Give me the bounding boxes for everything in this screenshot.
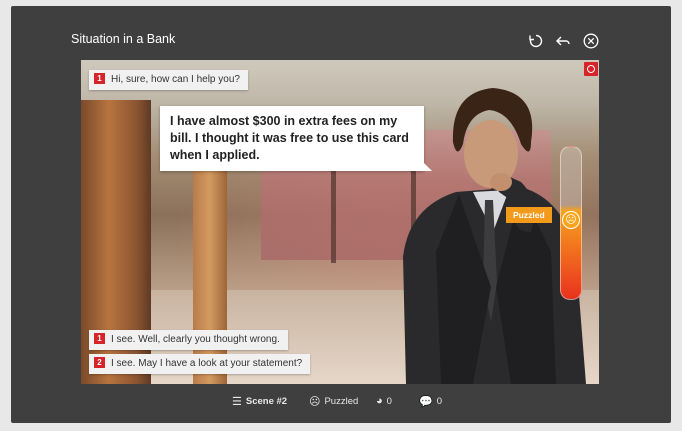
back-arrow-icon[interactable] — [555, 33, 571, 49]
page-title: Situation in a Bank — [71, 32, 176, 46]
scene-label: Scene #2 — [245, 396, 288, 407]
scene-indicator[interactable]: ☰ Scene #2 — [232, 395, 287, 408]
response-option-1[interactable]: 1 I see. Well, clearly you thought wrong. — [89, 330, 288, 350]
puzzled-face-icon: ☹ — [309, 396, 321, 408]
option-text: I see. May I have a look at your stateme… — [111, 358, 303, 369]
mood-indicator: ☹ Puzzled — [309, 395, 358, 408]
scene-view: 1 Hi, sure, how can I help you? I have al… — [81, 60, 599, 384]
prompt-text: Hi, sure, how can I help you? — [111, 74, 240, 85]
menu-icon: ☰ — [232, 396, 242, 408]
close-icon[interactable] — [583, 33, 599, 49]
restart-icon[interactable] — [528, 33, 544, 49]
score-indicator: ◕ 0 — [376, 395, 392, 407]
record-icon[interactable] — [584, 62, 598, 76]
score-value: 0 — [386, 395, 392, 407]
puzzled-face-icon: ☹ — [562, 211, 580, 229]
messages-indicator: 💬 0 — [419, 395, 442, 408]
character-speech-bubble: I have almost $300 in extra fees on my b… — [160, 106, 432, 171]
option-text: I see. Well, clearly you thought wrong. — [111, 334, 280, 345]
gauge-icon: ◕ — [376, 395, 383, 407]
previous-prompt-bubble: 1 Hi, sure, how can I help you? — [89, 70, 248, 90]
mood-status-label: Puzzled — [324, 396, 359, 407]
chat-bubbles-icon: 💬 — [419, 396, 433, 408]
prompt-number: 1 — [94, 72, 105, 84]
response-option-2[interactable]: 2 I see. May I have a look at your statem… — [89, 354, 311, 374]
option-number: 2 — [94, 356, 105, 368]
messages-value: 0 — [436, 396, 442, 407]
mood-label: Puzzled — [506, 207, 552, 223]
option-number: 1 — [94, 332, 105, 344]
